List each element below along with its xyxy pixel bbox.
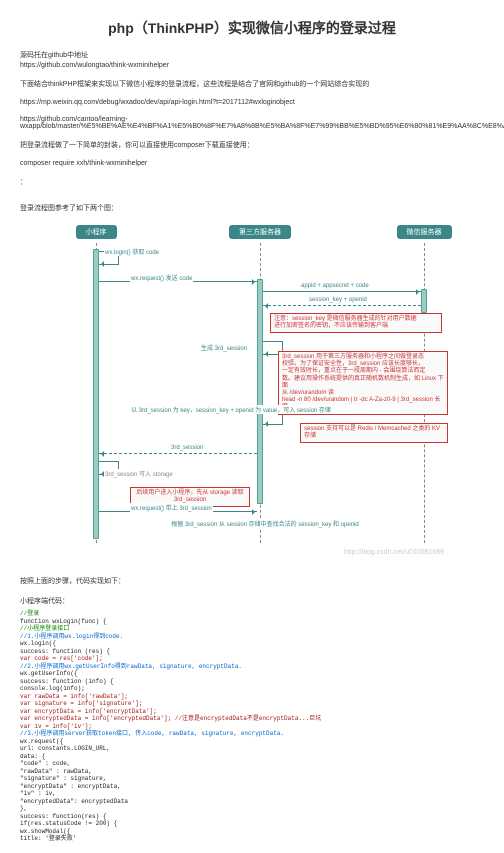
note-box: session 支持可以是 Redis / Memcached 之类的 KV 存… (300, 423, 448, 443)
intro-block: 源码托在github中地址 https://github.com/wulongt… (20, 50, 484, 213)
composer-cmd: composer require xxh/think-wxminihelper (20, 160, 484, 167)
arrow-label: 生成 3rd_session (200, 343, 248, 352)
lane-server: 第三方服务器 (224, 225, 296, 239)
github-link[interactable]: https://github.com/wulongtao/think-wxmin… (20, 62, 484, 69)
lane-wechat: 微信服务器 (388, 225, 460, 239)
section-text: 小程序端代码： (20, 596, 484, 606)
arrow-label: wx.request() 发送 code (130, 273, 193, 282)
code-section: 按照上面的步骤，代码实现如下： 小程序端代码： //登录 function wx… (20, 576, 484, 843)
github-learning-link[interactable]: https://github.com/cantoo/learning-wxapp… (20, 116, 484, 130)
arrow (99, 453, 257, 454)
activation (257, 279, 263, 504)
activation (93, 249, 99, 539)
wx-doc-link[interactable]: https://mp.weixin.qq.com/debug/wxadoc/de… (20, 99, 484, 106)
arrow-label: 3rd_session 可入 storage (104, 469, 174, 478)
arrow (263, 305, 421, 306)
intro-line: 把登录流程做了一下简单的封装，你可以直接使用composer下载直接使用： (20, 140, 484, 150)
arrow-label: session_key + openid (308, 297, 368, 303)
colon: ： (20, 177, 484, 187)
watermark: http://blog.csdn.net/u010081689 (20, 549, 444, 556)
code-block: //登录 function wxLogin(func) { //小程序登录接口 … (20, 610, 484, 843)
arrow (263, 291, 421, 292)
intro-line: 登录流程图参考了如下两个图： (20, 203, 484, 213)
arrow-label: 3rd_session (170, 445, 204, 451)
page-title: php（ThinkPHP）实现微信小程序的登录过程 (20, 18, 484, 38)
warning-box: 注意：session_key 是微信服务器生成的针对用户数据 进行加密签名的密钥… (270, 313, 442, 333)
intro-line: 下面结合thinkPHP框架来实现以下微信小程序的登录流程，这些流程是结合了官网… (20, 79, 484, 89)
lane-miniprogram: 小程序 (60, 225, 132, 239)
arrow-label: wx.login() 获取 code (104, 247, 160, 256)
arrow-label: wx.request() 带上 3rd_session (130, 503, 213, 512)
arrow-label: appid + appsecret + code (300, 283, 370, 289)
sequence-diagram: 小程序 第三方服务器 微信服务器 wx.login() 获取 code wx.r… (60, 225, 460, 543)
intro-line: 源码托在github中地址 (20, 50, 484, 60)
arrow-label: 以 3rd_session 为 key，session_key + openid… (130, 405, 400, 414)
section-text: 按照上面的步骤，代码实现如下： (20, 576, 484, 586)
arrow-label: 根据 3rd_session 从 session 存储中查找合法的 sessio… (160, 519, 370, 528)
